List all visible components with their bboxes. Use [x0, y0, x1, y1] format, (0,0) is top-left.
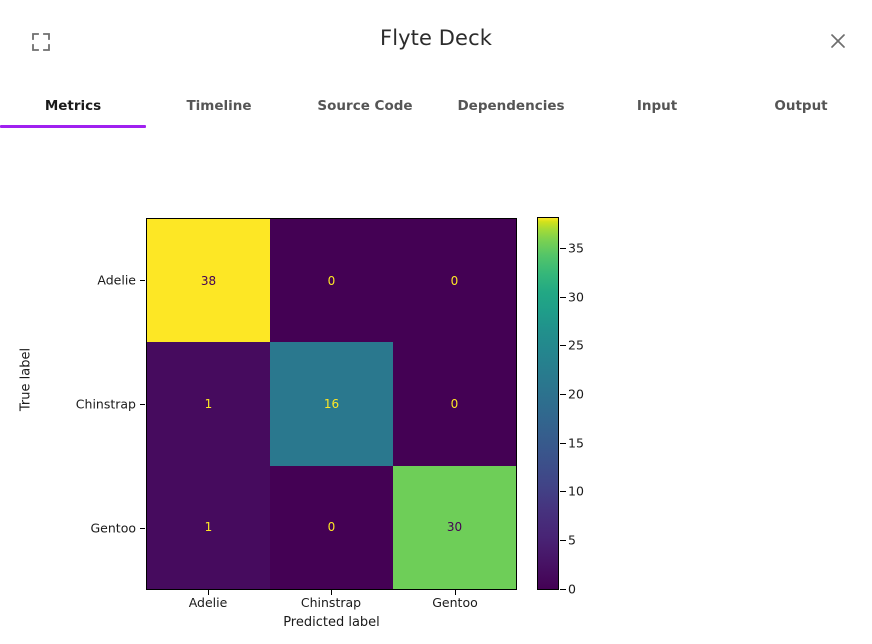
flyte-deck-window: Flyte Deck Metrics Timeline Source Code … [0, 0, 872, 644]
tab-source-code-label: Source Code [317, 98, 413, 114]
heatmap-cell-value: 0 [450, 396, 459, 411]
confusion-matrix-figure: 38 0 0 1 16 0 1 0 30 Adelie Chinstrap Ge… [0, 140, 872, 644]
tab-timeline[interactable]: Timeline [146, 88, 292, 128]
colorbar-tick-label: 20 [568, 386, 584, 402]
tab-dependencies[interactable]: Dependencies [438, 88, 584, 128]
heatmap-cell: 38 [147, 219, 270, 343]
heatmap-cell: 0 [393, 219, 516, 343]
heatmap-cell-value: 0 [327, 520, 336, 535]
y-tick-label-gentoo: Gentoo [90, 520, 137, 536]
y-tick-mark [140, 528, 145, 529]
window-header: Flyte Deck [0, 0, 872, 82]
colorbar-tick-label: 30 [568, 289, 584, 305]
heatmap-axes: 38 0 0 1 16 0 1 0 30 [146, 218, 517, 590]
tab-source-code[interactable]: Source Code [292, 88, 438, 128]
heatmap-cell-value: 38 [200, 273, 217, 288]
heatmap-cell-value: 0 [450, 273, 459, 288]
y-axis-label: True label [18, 347, 34, 412]
colorbar-tick-mark [560, 297, 566, 298]
heatmap-cell-value: 16 [323, 396, 340, 411]
x-tick-label-chinstrap: Chinstrap [300, 595, 362, 610]
colorbar-tick-mark [560, 443, 566, 444]
colorbar-tick-label: 15 [568, 435, 584, 451]
colorbar-tick-label: 5 [568, 532, 576, 548]
heatmap-cell-value: 1 [204, 396, 213, 411]
heatmap-cell: 0 [393, 342, 516, 466]
heatmap-cell: 0 [270, 465, 393, 589]
colorbar-tick-mark [560, 491, 566, 492]
page-title: Flyte Deck [380, 26, 492, 50]
colorbar-tick-mark [560, 394, 566, 395]
y-tick-label-chinstrap: Chinstrap [75, 396, 136, 412]
heatmap-cell-value: 1 [204, 520, 213, 535]
colorbar-tick-label: 0 [568, 581, 576, 597]
colorbar-tick-mark [560, 589, 566, 590]
heatmap-cell: 30 [393, 465, 516, 589]
tab-output[interactable]: Output [730, 88, 872, 128]
tab-output-label: Output [774, 98, 828, 114]
tab-metrics[interactable]: Metrics [0, 88, 146, 128]
x-tick-label-adelie: Adelie [188, 595, 228, 610]
tab-input[interactable]: Input [584, 88, 730, 128]
x-axis-label: Predicted label [283, 615, 380, 630]
y-tick-mark [140, 280, 145, 281]
colorbar-tick-label: 35 [568, 240, 584, 256]
tab-active-underline [0, 125, 146, 128]
heatmap-cell-value: 30 [446, 520, 463, 535]
y-tick-mark [140, 404, 145, 405]
y-tick-label-adelie: Adelie [97, 272, 136, 288]
close-x-icon[interactable] [826, 29, 850, 53]
colorbar-tick-mark [560, 540, 566, 541]
colorbar-tick-label: 25 [568, 337, 584, 353]
heatmap-cell: 1 [147, 465, 270, 589]
tab-timeline-label: Timeline [186, 98, 252, 114]
colorbar [537, 217, 559, 590]
deck-tab-bar: Metrics Timeline Source Code Dependencie… [0, 88, 872, 130]
heatmap-cell: 0 [270, 219, 393, 343]
heatmap-cell-value: 0 [327, 273, 336, 288]
heatmap-cell: 16 [270, 342, 393, 466]
heatmap-cell: 1 [147, 342, 270, 466]
tab-metrics-label: Metrics [44, 98, 102, 114]
tab-dependencies-label: Dependencies [457, 98, 565, 114]
colorbar-tick-mark [560, 248, 566, 249]
colorbar-tick-label: 10 [568, 483, 584, 499]
colorbar-tick-mark [560, 345, 566, 346]
tab-input-label: Input [636, 98, 678, 114]
x-tick-label-gentoo: Gentoo [432, 595, 478, 610]
